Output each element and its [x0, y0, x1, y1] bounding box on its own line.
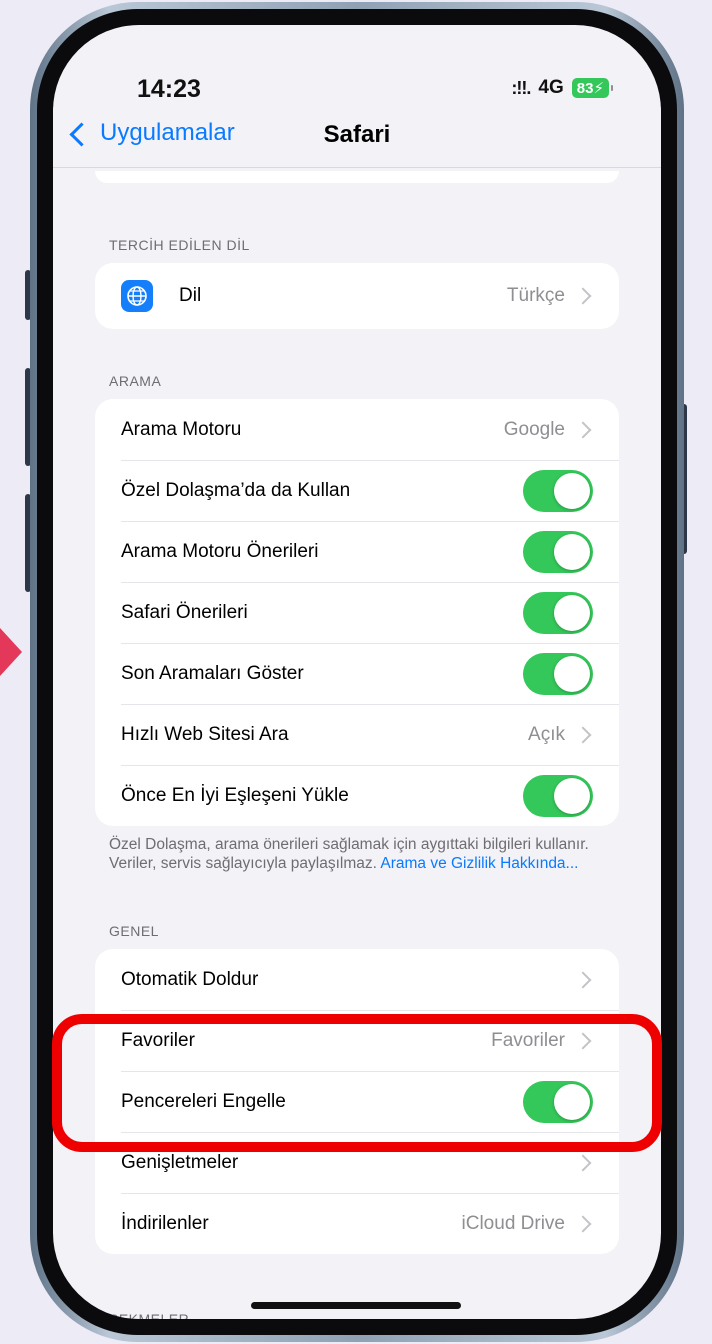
row-extensions[interactable]: Genişletmeler [95, 1132, 619, 1193]
chevron-right-icon [574, 421, 592, 438]
row-value: Açık [528, 723, 565, 745]
row-search-engine-suggestions: Arama Motoru Önerileri [95, 521, 619, 582]
row-value: Favoriler [491, 1029, 565, 1051]
row-label: Özel Dolaşma’da da Kullan [121, 479, 351, 501]
toggle-switch[interactable] [523, 774, 593, 817]
section-header-language: TERCİH EDİLEN DİL [109, 237, 250, 253]
status-indicators: :!!. 4G 83⚡ [511, 77, 614, 99]
row-label: Hızlı Web Sitesi Ara [121, 723, 289, 745]
battery-level: 83 [576, 80, 594, 97]
group-search: Arama Motoru Google Özel Dolaşma’da da K… [95, 399, 619, 826]
toggle-switch[interactable] [523, 1080, 593, 1123]
row-label: Otomatik Doldur [121, 968, 259, 990]
row-downloads[interactable]: İndirilenler iCloud Drive [95, 1193, 619, 1254]
row-value: iCloud Drive [461, 1212, 565, 1234]
toggle-switch[interactable] [523, 591, 593, 634]
status-time: 14:23 [137, 75, 201, 103]
globe-icon [121, 280, 153, 312]
row-label: Önce En İyi Eşleşeni Yükle [121, 784, 349, 806]
toggle-switch[interactable] [523, 530, 593, 573]
group-general: Otomatik Doldur Favoriler Favoriler Penc… [95, 949, 619, 1254]
home-indicator [251, 1302, 461, 1309]
chevron-right-icon [574, 1215, 592, 1232]
section-header-tabs: SEKMELER [109, 1311, 190, 1319]
signal-icon: :!!. [511, 77, 531, 98]
row-search-engine[interactable]: Arama Motoru Google [95, 399, 619, 460]
section-header-general: GENEL [109, 923, 159, 939]
row-block-popups: Pencereleri Engelle [95, 1071, 619, 1132]
row-show-recent-searches: Son Aramaları Göster [95, 643, 619, 704]
row-label: İndirilenler [121, 1212, 209, 1234]
row-favorites[interactable]: Favoriler Favoriler [95, 1010, 619, 1071]
phone-bezel: 14:23 :!!. 4G 83⚡ Uygulamalar Safari TER… [37, 9, 677, 1335]
phone-frame: 14:23 :!!. 4G 83⚡ Uygulamalar Safari TER… [30, 2, 684, 1342]
toggle-switch[interactable] [523, 652, 593, 695]
battery-icon: 83⚡ [571, 78, 614, 98]
chevron-right-icon [574, 726, 592, 743]
row-autofill[interactable]: Otomatik Doldur [95, 949, 619, 1010]
row-value: Türkçe [506, 285, 565, 306]
search-footer-note: Özel Dolaşma, arama önerileri sağlamak i… [109, 835, 605, 873]
row-value: Google [503, 418, 565, 440]
navigation-bar: Uygulamalar Safari [53, 107, 661, 168]
chevron-right-icon [574, 1154, 592, 1171]
chevron-right-icon [574, 1032, 592, 1049]
row-language[interactable]: Dil Türkçe [95, 263, 619, 329]
row-label: Favoriler [121, 1029, 195, 1051]
row-label: Son Aramaları Göster [121, 662, 304, 684]
row-private-browsing: Özel Dolaşma’da da Kullan [95, 460, 619, 521]
row-label: Pencereleri Engelle [121, 1090, 286, 1112]
phone-screen: 14:23 :!!. 4G 83⚡ Uygulamalar Safari TER… [53, 25, 661, 1319]
row-safari-suggestions: Safari Önerileri [95, 582, 619, 643]
network-type: 4G [538, 77, 564, 98]
row-label: Arama Motoru Önerileri [121, 540, 319, 562]
section-header-search: ARAMA [109, 373, 162, 389]
group-language: Dil Türkçe [95, 263, 619, 329]
toggle-switch[interactable] [523, 469, 593, 512]
row-preload-top-hit: Önce En İyi Eşleşeni Yükle [95, 765, 619, 826]
page-title: Safari [323, 121, 391, 148]
pointer-arrow [0, 628, 22, 676]
row-quick-website-search[interactable]: Hızlı Web Sitesi Ara Açık [95, 704, 619, 765]
row-label: Dil [179, 285, 202, 306]
chevron-right-icon [574, 287, 592, 305]
previous-group-edge [95, 171, 619, 183]
row-label: Arama Motoru [121, 418, 242, 440]
row-label: Genişletmeler [121, 1151, 239, 1173]
chevron-right-icon [574, 971, 592, 988]
row-label: Safari Önerileri [121, 601, 248, 623]
privacy-link[interactable]: Arama ve Gizlilik Hakkında... [380, 855, 578, 872]
